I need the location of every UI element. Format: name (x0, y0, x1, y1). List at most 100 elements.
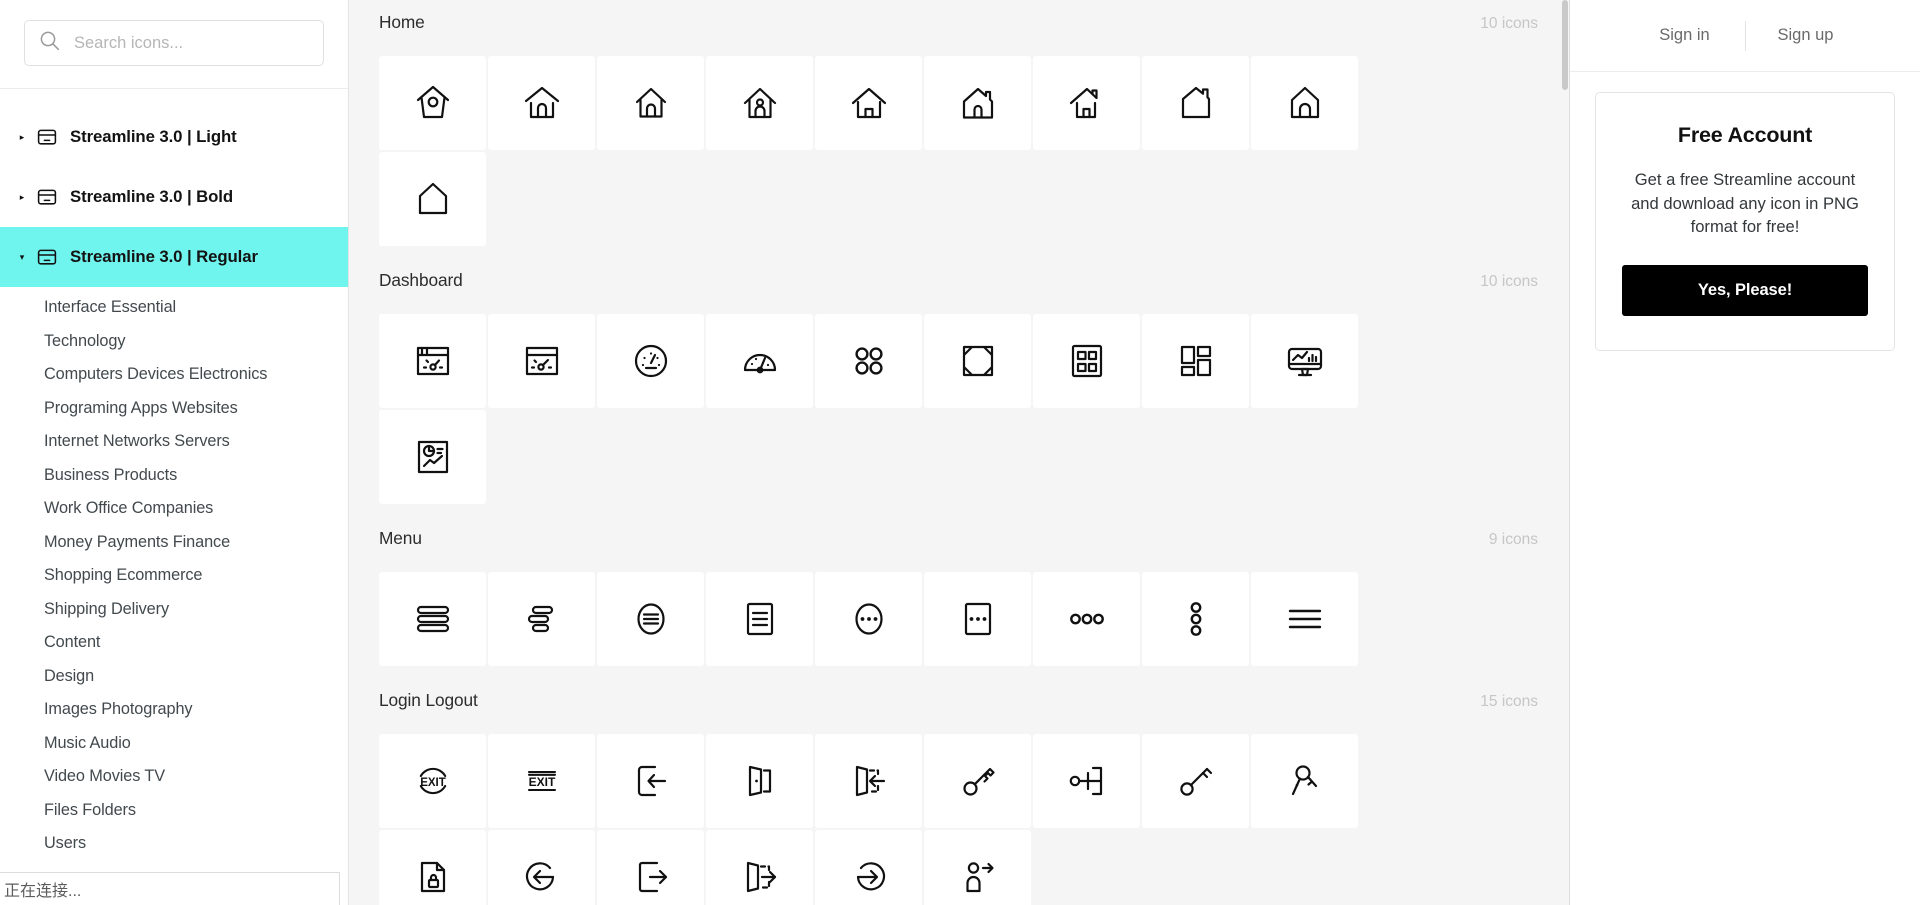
sidebar-item-shopping-ecommerce[interactable]: Shopping Ecommerce (0, 559, 348, 593)
sidebar-item-files-folders[interactable]: Files Folders (0, 794, 348, 828)
chevron-down-icon[interactable]: ▾ (14, 252, 30, 262)
icon-house-outline-chimney[interactable] (1142, 56, 1249, 150)
icon-menu-dots-circle[interactable] (815, 572, 922, 666)
section-header: Login Logout 15 icons (349, 690, 1569, 734)
icon-menu-bars-left[interactable] (488, 572, 595, 666)
section-header: Menu 9 icons (349, 528, 1569, 572)
icon-house-roof[interactable] (488, 56, 595, 150)
icon-house-simple[interactable] (815, 56, 922, 150)
icon-menu-dots-horizontal[interactable] (1033, 572, 1140, 666)
sidebar-item-shipping-delivery[interactable]: Shipping Delivery (0, 593, 348, 627)
icon-file-lock[interactable] (379, 830, 486, 905)
icon-layout-blocks[interactable] (1142, 314, 1249, 408)
package-icon (36, 186, 58, 208)
package-icon (36, 246, 58, 268)
icon-logout-circle-back[interactable] (488, 830, 595, 905)
section-count: 10 icons (1480, 15, 1538, 32)
search-box[interactable] (24, 20, 324, 66)
icon-key[interactable] (924, 734, 1031, 828)
sidebar-item-design[interactable]: Design (0, 660, 348, 694)
pack-label: Streamline 3.0 | Bold (70, 187, 234, 206)
section-title: Home (379, 12, 425, 32)
section-title: Menu (379, 528, 422, 548)
icon-door-exit-arrow[interactable] (706, 830, 813, 905)
sidebar-item-interface-essential[interactable]: Interface Essential (0, 291, 348, 325)
sidebar-item-work-office-companies[interactable]: Work Office Companies (0, 492, 348, 526)
icon-key-card[interactable] (1033, 734, 1140, 828)
section-count: 10 icons (1480, 273, 1538, 290)
sign-in-link[interactable]: Sign in (1625, 26, 1745, 45)
package-icon (36, 126, 58, 148)
icon-exit-circle[interactable]: EXIT (379, 734, 486, 828)
icon-door-enter-arrow[interactable] (815, 734, 922, 828)
icon-login-circle-arrow[interactable] (815, 830, 922, 905)
icon-house-window-person[interactable] (706, 56, 813, 150)
icon-grid-login-logout: EXIT EXIT (349, 734, 1449, 905)
icon-keys-ring[interactable] (1251, 734, 1358, 828)
section-title: Dashboard (379, 270, 463, 290)
sign-up-link[interactable]: Sign up (1746, 26, 1866, 45)
icon-user-arrow[interactable] (924, 830, 1031, 905)
section-title: Login Logout (379, 690, 478, 710)
sidebar-item-money-payments-finance[interactable]: Money Payments Finance (0, 526, 348, 560)
icon-exit-lines[interactable]: EXIT (488, 734, 595, 828)
icon-menu-hamburger[interactable] (1251, 572, 1358, 666)
svg-text:EXIT: EXIT (528, 775, 555, 789)
icon-menu-circle-lines[interactable] (597, 572, 704, 666)
pack-label: Streamline 3.0 | Regular (70, 247, 258, 266)
chevron-right-icon[interactable]: ▸ (14, 192, 30, 202)
icon-house-chimney-small[interactable] (1033, 56, 1140, 150)
category-list: Interface Essential Technology Computers… (0, 291, 348, 861)
icon-gauge-half[interactable] (706, 314, 813, 408)
icon-dashboard-blocks[interactable] (1033, 314, 1140, 408)
sidebar-item-computers-devices-electronics[interactable]: Computers Devices Electronics (0, 358, 348, 392)
yes-please-button[interactable]: Yes, Please! (1622, 264, 1868, 316)
icon-menu-document-lines[interactable] (706, 572, 813, 666)
icon-house-pentagon[interactable] (379, 152, 486, 246)
pack-row-light[interactable]: ▸ Streamline 3.0 | Light (0, 107, 348, 167)
sidebar-item-business-products[interactable]: Business Products (0, 459, 348, 493)
status-text: 正在连接... (4, 883, 82, 900)
icon-octagon-frame[interactable] (924, 314, 1031, 408)
icon-house-door[interactable] (597, 56, 704, 150)
search-area (0, 0, 348, 89)
sidebar-item-video-movies-tv[interactable]: Video Movies TV (0, 760, 348, 794)
icon-menu-dots-vertical[interactable] (1142, 572, 1249, 666)
sidebar-item-content[interactable]: Content (0, 626, 348, 660)
icon-login-arrow-box[interactable] (597, 734, 704, 828)
pack-row-regular[interactable]: ▾ Streamline 3.0 | Regular (0, 227, 348, 287)
scrollbar-thumb[interactable] (1562, 0, 1568, 90)
app-root: ▸ Streamline 3.0 | Light ▸ (0, 0, 1920, 905)
sidebar-item-technology[interactable]: Technology (0, 325, 348, 359)
free-account-text: Get a free Streamline account and downlo… (1631, 170, 1859, 237)
sidebar: ▸ Streamline 3.0 | Light ▸ (0, 0, 349, 905)
icon-gauge-circle[interactable] (597, 314, 704, 408)
icon-monitor-chart[interactable] (1251, 314, 1358, 408)
scrollbar-track[interactable] (1561, 0, 1569, 905)
icon-report-analytics[interactable] (379, 410, 486, 504)
icon-grid-home (349, 56, 1449, 246)
sidebar-item-internet-networks-servers[interactable]: Internet Networks Servers (0, 425, 348, 459)
chevron-right-icon[interactable]: ▸ (14, 132, 30, 142)
icon-key-outline[interactable] (1142, 734, 1249, 828)
icon-logout-box-arrow[interactable] (597, 830, 704, 905)
sidebar-item-programing-apps-websites[interactable]: Programing Apps Websites (0, 392, 348, 426)
icon-birdhouse[interactable] (379, 56, 486, 150)
sidebar-item-images-photography[interactable]: Images Photography (0, 693, 348, 727)
pack-row-bold[interactable]: ▸ Streamline 3.0 | Bold (0, 167, 348, 227)
icon-browser-gauge[interactable] (379, 314, 486, 408)
icon-menu-bars-rounded[interactable] (379, 572, 486, 666)
section-dashboard: Dashboard 10 icons (349, 270, 1569, 504)
sidebar-item-users[interactable]: Users (0, 827, 348, 861)
icon-four-circles[interactable] (815, 314, 922, 408)
icon-house-arch-door[interactable] (1251, 56, 1358, 150)
icon-door-open[interactable] (706, 734, 813, 828)
icon-house-chimney[interactable] (924, 56, 1031, 150)
search-icon (39, 30, 60, 56)
icon-window-gauge[interactable] (488, 314, 595, 408)
icon-grid-dashboard (349, 314, 1449, 504)
sidebar-item-music-audio[interactable]: Music Audio (0, 727, 348, 761)
search-input[interactable] (72, 32, 309, 54)
icon-pack-list: ▸ Streamline 3.0 | Light ▸ Streamline 3.… (0, 89, 348, 861)
icon-menu-dots-square[interactable] (924, 572, 1031, 666)
